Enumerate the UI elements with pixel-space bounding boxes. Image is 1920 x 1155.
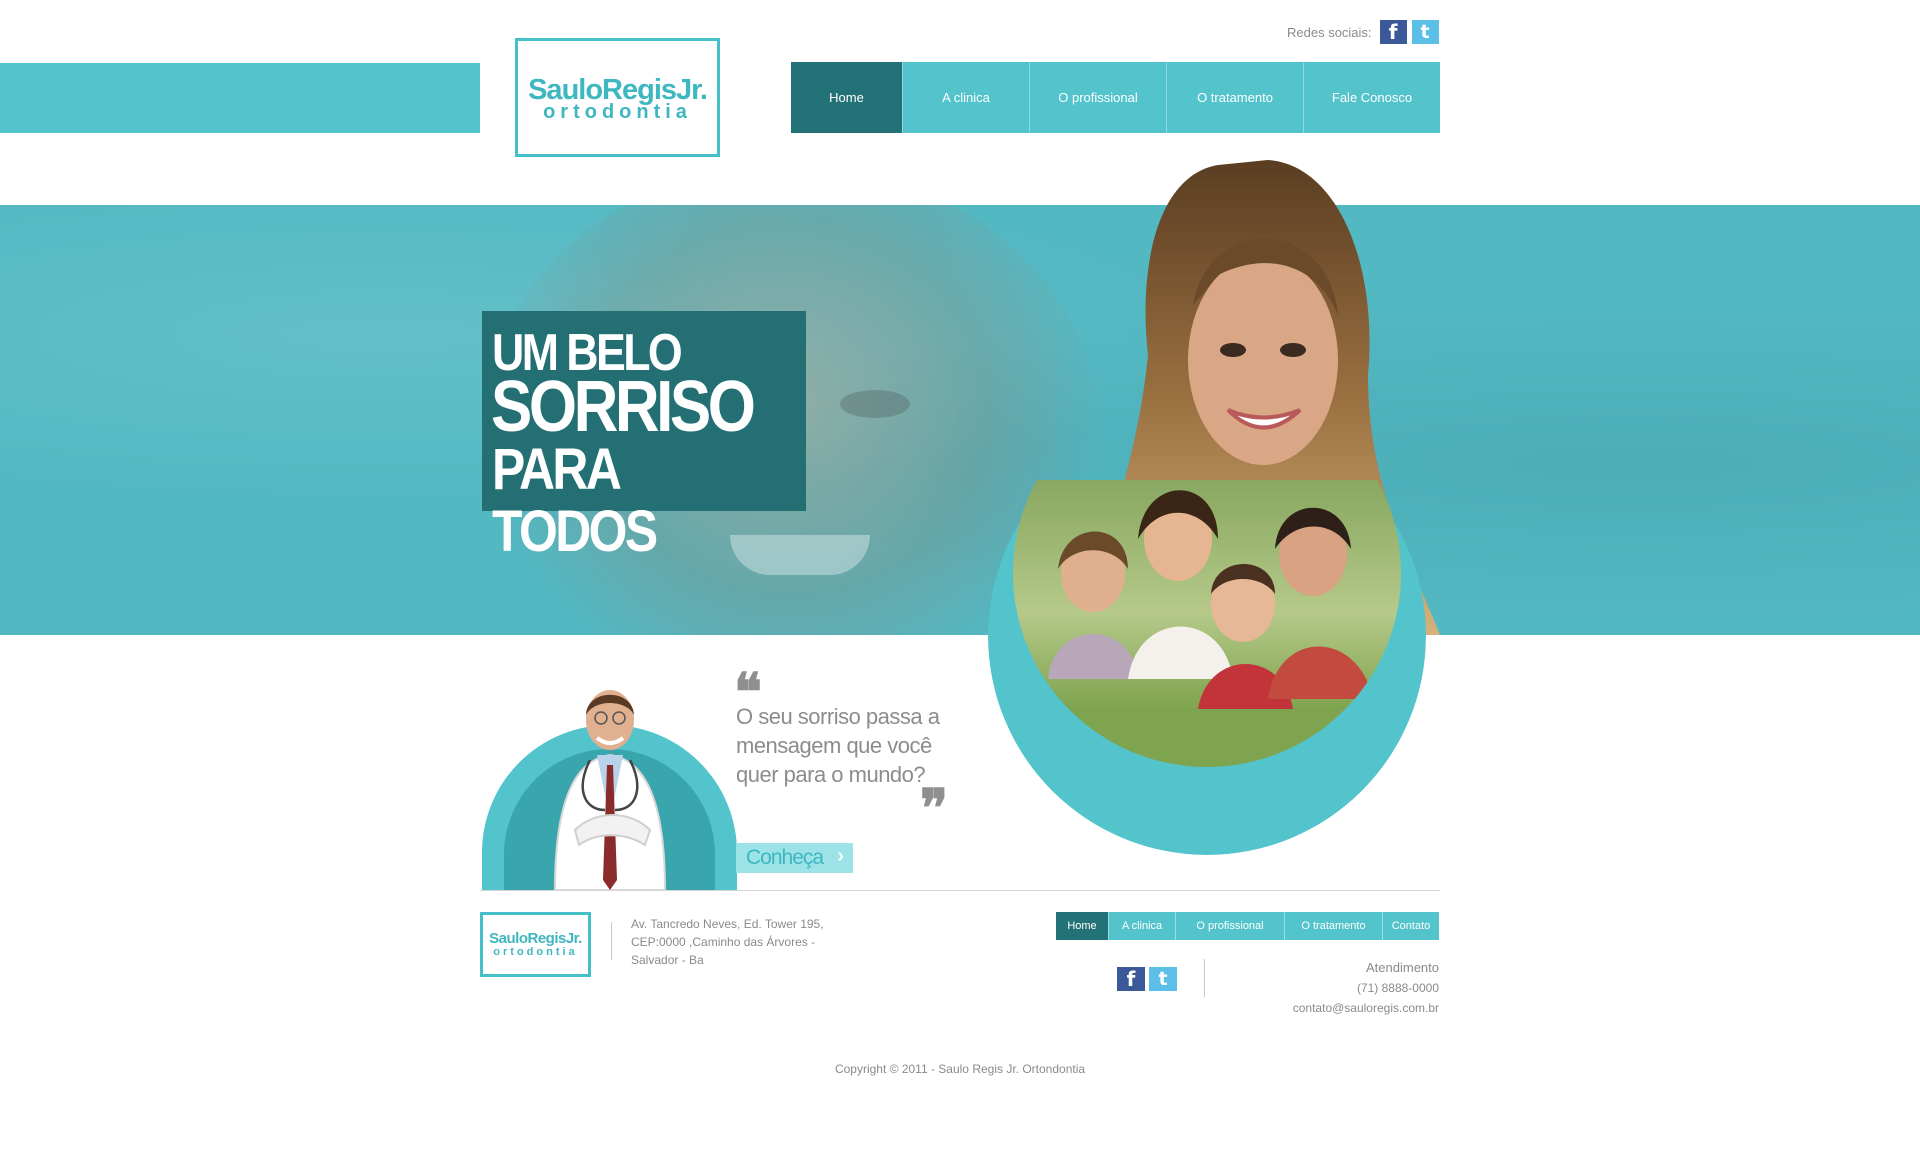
family-photo-frame [988, 480, 1426, 855]
nav-a-clinica[interactable]: A clinica [903, 62, 1030, 133]
twitter-icon[interactable]: t [1149, 967, 1177, 991]
footer-nav: Home A clinica O profissional O tratamen… [1056, 912, 1439, 940]
footer-logo[interactable]: SauloRegisJr. ortodontia [480, 912, 591, 977]
footer-nav-a-clinica[interactable]: A clinica [1109, 912, 1176, 940]
footer-logo-subtitle: ortodontia [493, 946, 578, 958]
nav-home[interactable]: Home [791, 62, 903, 133]
nav-o-profissional[interactable]: O profissional [1030, 62, 1167, 133]
doctor-photo [553, 690, 667, 890]
know-more-label: Conheça [746, 846, 824, 869]
address-line: Salvador - Ba [631, 953, 704, 967]
twitter-icon[interactable]: t [1411, 20, 1439, 44]
copyright: Copyright © 2011 - Saulo Regis Jr. Orton… [834, 1062, 1086, 1076]
nav-o-tratamento[interactable]: O tratamento [1167, 62, 1304, 133]
footer-social-links: f t [1117, 967, 1177, 991]
hero-headline-line3: PARA TODOS [492, 437, 658, 564]
footer-nav-o-profissional[interactable]: O profissional [1176, 912, 1285, 940]
address-line: Av. Tancredo Neves, Ed. Tower 195, [631, 917, 824, 931]
quote-close-icon: ❞ [920, 778, 948, 839]
facebook-icon[interactable]: f [1117, 967, 1145, 991]
footer-divider [480, 890, 1440, 891]
chevron-right-icon: › [837, 845, 844, 867]
footer-logo-name: SauloRegisJr. [489, 930, 582, 947]
hero-headline-line2: SORRISO [491, 367, 756, 447]
address-line: CEP:0000 ,Caminho das Árvores - [631, 935, 816, 949]
footer-contact: Atendimento (71) 8888-0000 contato@saulo… [1210, 958, 1439, 1018]
family-photo-ring [988, 480, 1426, 855]
contact-title: Atendimento [1366, 960, 1439, 975]
header-accent-strip [0, 63, 480, 133]
know-more-button[interactable]: Conheça › [736, 843, 853, 873]
family-photo [1013, 480, 1401, 767]
footer-nav-contato[interactable]: Contato [1383, 912, 1439, 940]
footer-separator [1204, 959, 1205, 997]
main-nav: Home A clinica O profissional O tratamen… [791, 62, 1440, 133]
family-photo-illustration [1048, 490, 1373, 709]
nav-fale-conosco[interactable]: Fale Conosco [1304, 62, 1440, 133]
footer-separator [611, 922, 612, 960]
hero-headline-box: UM BELO SORRISO PARA TODOS [482, 311, 806, 563]
contact-email[interactable]: contato@sauloregis.com.br [1210, 998, 1439, 1018]
quote-text: O seu sorriso passa a mensagem que você … [736, 704, 940, 787]
logo-name: SauloRegisJr. [528, 73, 708, 106]
social-label: Redes sociais: [1287, 24, 1372, 40]
logo-subtitle: ortodontia [543, 100, 692, 123]
facebook-icon[interactable]: f [1379, 20, 1407, 44]
site-logo[interactable]: SauloRegisJr. ortodontia [515, 38, 720, 157]
hero-banner: UM BELO SORRISO PARA TODOS [0, 205, 1920, 635]
contact-phone: (71) 8888-0000 [1356, 981, 1439, 995]
social-links: Redes sociais: f t [1287, 20, 1439, 44]
footer-nav-home[interactable]: Home [1056, 912, 1109, 940]
footer-nav-o-tratamento[interactable]: O tratamento [1285, 912, 1383, 940]
background-face-eye [840, 390, 910, 418]
footer-address: Av. Tancredo Neves, Ed. Tower 195, CEP:0… [631, 915, 871, 969]
